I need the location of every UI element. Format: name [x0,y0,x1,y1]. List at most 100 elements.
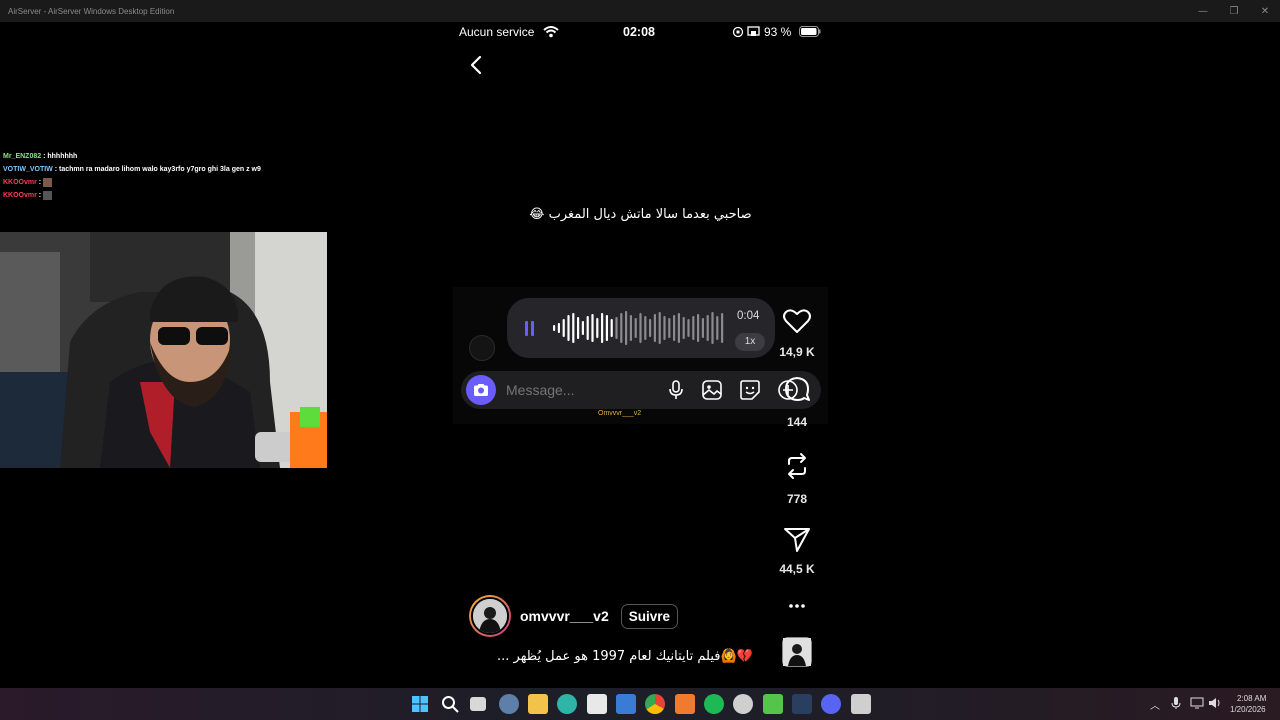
battery-icon [799,26,821,37]
waveform-bar [634,318,637,338]
waveform-bar [557,323,560,333]
audio-thumbnail[interactable] [782,637,812,667]
window-title: AirServer - AirServer Windows Desktop Ed… [8,6,175,16]
message-input[interactable] [506,371,646,409]
chat-username: KKOOvmr [3,179,37,186]
share-icon[interactable] [782,524,812,554]
heart-icon[interactable] [782,306,812,336]
chat-line: KKOOvmr : [3,189,261,202]
phone-screen: Aucun service 02:08 93 % صاحبي بعدما سال… [453,22,828,688]
spotify-icon[interactable] [704,694,724,714]
waveform-bar [701,318,704,338]
edge-icon[interactable] [557,694,577,714]
chat-line: VOTIW_VOTIW : tachmn ra madaro lihom wal… [3,163,261,176]
waveform-bar [601,313,604,343]
camera-button[interactable] [466,375,496,405]
task-view-icon[interactable] [470,697,486,711]
voice-duration: 0:04 [737,310,760,322]
battery-percent: 93 % [764,25,792,39]
volume-icon[interactable] [1208,696,1222,710]
steam-icon[interactable] [792,694,812,714]
comments-count: 144 [786,415,808,429]
app-icon[interactable] [675,694,695,714]
avatar [469,335,495,361]
taskbar-time[interactable]: 2:08 AM [1237,694,1266,703]
chat-username: VOTIW_VOTIW [3,166,53,173]
waveform-icon [553,311,724,345]
clock-app-icon[interactable] [733,694,753,714]
orientation-lock-icon [732,26,744,38]
file-explorer-icon[interactable] [528,694,548,714]
likes-count: 14,9 K [779,345,815,359]
waveform-bar [649,319,652,337]
watermark: Omvvvr___v2 [598,410,642,417]
chat-line: Mr_ENZ082 : hhhhhhh [3,150,261,163]
airserver-icon[interactable] [851,694,871,714]
store-icon[interactable] [587,694,607,714]
chat-message: : tachmn ra madaro lihom walo kay3rfo y7… [52,166,261,173]
message-bar [461,371,821,409]
waveform-bar [596,318,599,338]
waveform-bar [615,317,618,339]
waveform-bar [644,316,647,340]
comment-icon[interactable] [782,374,812,404]
waveform-bar [586,316,589,340]
audio-cover-image [783,638,811,666]
waveform-bar [721,313,724,343]
start-icon[interactable] [410,694,430,714]
more-options-icon[interactable] [788,600,806,612]
follow-button[interactable]: Suivre [620,603,679,629]
waveform-bar [572,313,575,343]
waveform-bar [610,319,613,337]
microphone-icon[interactable] [665,379,687,401]
window-title-bar: AirServer - AirServer Windows Desktop Ed… [0,0,1280,22]
shares-count: 44,5 K [779,562,815,576]
waveform-bar [673,315,676,341]
video-overlay-text: صاحبي بعدما سالا ماتش ديال المغرب 😂 [529,207,752,222]
maximize-icon[interactable]: ❐ [1219,0,1249,22]
chat-username: Mr_ENZ082 [3,153,42,160]
author-row: omvvvr___v2 Suivre [469,594,679,638]
waveform-bar [692,316,695,340]
chat-message: : hhhhhhh [41,153,78,160]
microphone-tray-icon[interactable] [1170,696,1182,710]
pause-icon[interactable] [524,321,536,337]
network-icon[interactable] [1190,696,1204,710]
screen-mirroring-icon [747,26,760,36]
back-arrow-icon[interactable] [467,54,485,76]
author-avatar[interactable] [469,595,511,637]
waveform-bar [553,325,556,331]
waveform-bar [562,319,565,337]
sticker-icon[interactable] [739,379,761,401]
chat-username: KKOOvmr [3,192,37,199]
media-player-icon[interactable] [763,694,783,714]
gallery-icon[interactable] [701,379,723,401]
waveform-bar [711,312,714,344]
mail-icon[interactable] [616,694,636,714]
waveform-bar [658,312,661,344]
emote-icon [43,190,53,200]
waveform-bar [697,314,700,342]
minimize-icon[interactable]: — [1188,0,1218,22]
taskbar-date[interactable]: 1/20/2026 [1230,705,1266,714]
waveform-bar [605,315,608,341]
author-username[interactable]: omvvvr___v2 [520,608,609,624]
waveform-bar [629,315,632,341]
waveform-bar [668,318,671,338]
search-icon[interactable] [440,694,460,714]
waveform-bar [577,317,580,339]
waveform-bar [677,313,680,343]
status-time: 02:08 [623,25,655,39]
waveform-bar [663,316,666,340]
avatar-image [473,599,507,633]
wifi-icon [543,26,559,38]
settings-icon[interactable] [499,694,519,714]
chevron-up-icon[interactable]: ︿ [1150,697,1160,712]
close-icon[interactable]: ✕ [1250,0,1280,22]
playback-speed-button[interactable]: 1x [735,333,765,351]
discord-icon[interactable] [821,694,841,714]
voice-message-bubble[interactable]: 0:04 1x [507,298,775,358]
chrome-icon[interactable] [645,694,665,714]
repost-icon[interactable] [782,451,812,481]
post-caption[interactable]: 💔🙆فيلم تايتانيك لعام 1997 هو عمل يُظهر .… [497,649,759,664]
